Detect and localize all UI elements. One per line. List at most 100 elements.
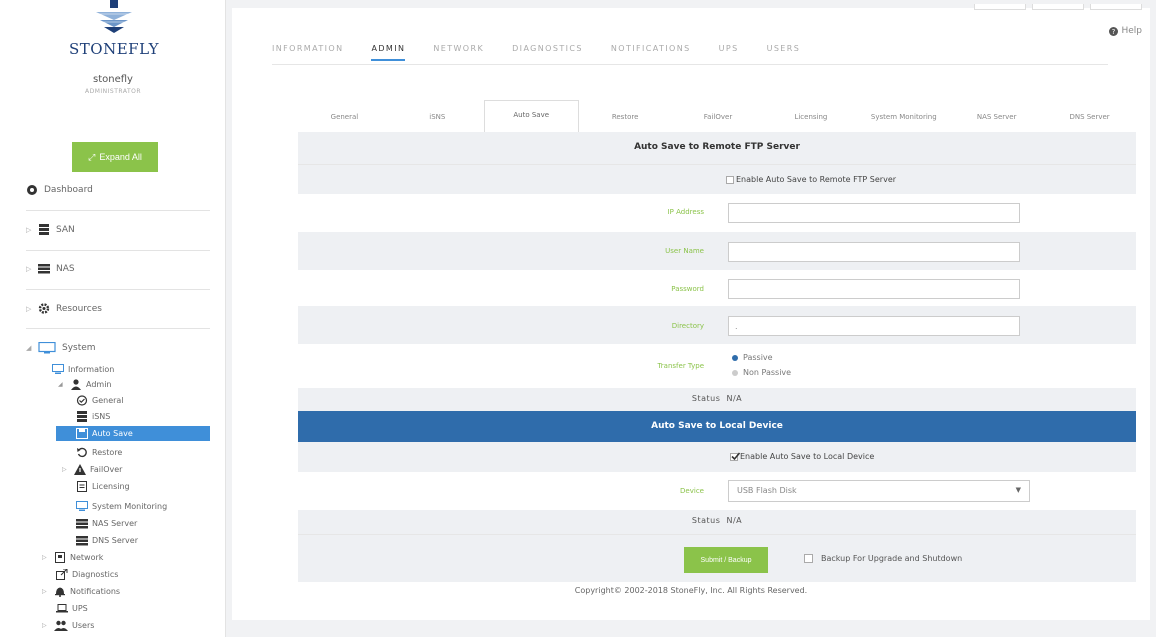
nav-nas[interactable]: ▷ NAS xyxy=(26,263,75,274)
radio-label: Non Passive xyxy=(743,368,792,377)
local-enable-checkbox[interactable]: Enable Auto Save to Local Device xyxy=(730,451,874,461)
status-label: Status xyxy=(691,516,721,525)
checkbox-box[interactable] xyxy=(730,451,740,461)
tree-item-label: System Monitoring xyxy=(92,501,168,511)
user-role: ADMINISTRATOR xyxy=(84,88,142,95)
local-status: Status N/A xyxy=(298,516,1136,525)
tree-item-auto-save[interactable]: Auto Save xyxy=(56,426,210,441)
expand-icon: ⤢ xyxy=(88,151,96,162)
transfer-type-row: Transfer Type Passive Non Passive xyxy=(298,344,1136,388)
status-value: N/A xyxy=(726,516,743,525)
tree-item-ups[interactable]: UPS xyxy=(56,601,88,615)
subtab-dns-server[interactable]: DNS Server xyxy=(1043,104,1136,132)
help-link[interactable]: ? Help xyxy=(1109,26,1142,36)
radio-dot-selected[interactable] xyxy=(732,354,738,361)
tab-diagnostics[interactable]: DIAGNOSTICS xyxy=(512,44,583,61)
tree-item-dns-server[interactable]: DNS Server xyxy=(76,533,138,547)
tree-item-restore[interactable]: Restore xyxy=(76,445,122,459)
submit-backup-button[interactable]: Submit / Backup xyxy=(684,547,768,573)
tab-notifications[interactable]: NOTIFICATIONS xyxy=(611,44,691,61)
top-button[interactable] xyxy=(974,4,1026,10)
expand-arrow-icon: ▷ xyxy=(42,587,47,595)
password-input[interactable] xyxy=(728,279,1020,299)
tree-item-admin[interactable]: ◢ Admin xyxy=(58,377,112,391)
nav-dashboard[interactable]: Dashboard xyxy=(26,184,93,195)
collapse-arrow-icon: ◢ xyxy=(26,343,32,352)
user-icon xyxy=(70,378,82,390)
tab-admin[interactable]: ADMIN xyxy=(371,44,406,61)
subtab-failover[interactable]: FailOver xyxy=(672,104,765,132)
transfer-non-passive-radio[interactable]: Non Passive xyxy=(732,368,791,377)
directory-input[interactable] xyxy=(728,316,1020,336)
ftp-enable-label: Enable Auto Save to Remote FTP Server xyxy=(736,175,897,184)
local-section-title: Auto Save to Local Device xyxy=(651,421,783,431)
sidebar: STONEFLY stonefly ADMINISTRATOR ⤢ Expand… xyxy=(0,0,226,637)
tree-item-label: Licensing xyxy=(92,481,130,491)
tree-item-label: General xyxy=(92,395,124,405)
tree-item-isns[interactable]: iSNS xyxy=(76,409,110,423)
subtab-nas-server[interactable]: NAS Server xyxy=(950,104,1043,132)
tab-ups[interactable]: UPS xyxy=(719,44,739,61)
device-label: Device xyxy=(680,487,704,495)
tree-item-users[interactable]: ▷ Users xyxy=(42,618,94,632)
top-button-group xyxy=(974,4,1142,10)
tree-item-label: Network xyxy=(70,552,104,562)
tree-item-general[interactable]: General xyxy=(76,393,124,407)
user-name-input[interactable] xyxy=(728,242,1020,262)
expand-arrow-icon: ▷ xyxy=(26,225,32,234)
expand-all-button[interactable]: ⤢ Expand All xyxy=(72,142,158,172)
tree-item-diagnostics[interactable]: Diagnostics xyxy=(56,567,118,581)
bell-icon xyxy=(54,586,66,597)
top-button[interactable] xyxy=(1032,4,1084,10)
tree-item-label: DNS Server xyxy=(92,535,138,545)
help-label: Help xyxy=(1121,26,1142,36)
nav-system-label: System xyxy=(62,342,96,353)
tree-item-label: Diagnostics xyxy=(72,569,119,579)
tree-item-information[interactable]: Information xyxy=(52,362,114,376)
subtab-auto-save[interactable]: Auto Save xyxy=(483,100,579,132)
tree-item-licensing[interactable]: Licensing xyxy=(76,479,130,493)
monitor-icon xyxy=(38,342,56,354)
checkbox-box[interactable] xyxy=(726,175,734,184)
subtab-isns[interactable]: iSNS xyxy=(391,104,484,132)
tree-item-network[interactable]: ▷ Network xyxy=(42,550,103,564)
device-select[interactable]: USB Flash Disk ▼ xyxy=(728,480,1030,502)
subtab-licensing[interactable]: Licensing xyxy=(764,104,857,132)
divider xyxy=(26,250,210,251)
top-button[interactable] xyxy=(1090,4,1142,10)
subtab-system-monitoring[interactable]: System Monitoring xyxy=(857,104,950,132)
nav-resources[interactable]: ▷ Resources xyxy=(26,303,102,314)
svg-text:?: ? xyxy=(1112,28,1116,36)
tree-item-notifications[interactable]: ▷ Notifications xyxy=(42,584,120,598)
transfer-passive-radio[interactable]: Passive xyxy=(732,353,773,362)
server-icon xyxy=(76,518,88,529)
tree-item-label: Notifications xyxy=(70,586,121,596)
user-label: User Name xyxy=(665,247,704,255)
collapse-arrow-icon: ◢ xyxy=(58,380,63,388)
ftp-enable-checkbox[interactable]: Enable Auto Save to Remote FTP Server xyxy=(726,175,896,184)
ip-address-input[interactable] xyxy=(728,203,1020,223)
directory-row: Directory xyxy=(298,306,1136,344)
ftp-status: Status N/A xyxy=(298,394,1136,403)
backup-upgrade-checkbox[interactable]: Backup For Upgrade and Shutdown xyxy=(804,554,962,563)
radio-label: Passive xyxy=(743,353,773,362)
nav-san[interactable]: ▷ SAN xyxy=(26,224,75,235)
main-content: ? Help INFORMATION ADMIN NETWORK DIAGNOSTIC… xyxy=(232,4,1150,620)
tree-item-nas-server[interactable]: NAS Server xyxy=(76,516,137,530)
document-icon xyxy=(76,480,88,492)
tab-information[interactable]: INFORMATION xyxy=(272,44,343,61)
tree-item-system-monitoring[interactable]: System Monitoring xyxy=(76,499,167,513)
subtab-general[interactable]: General xyxy=(298,104,391,132)
monitor-icon xyxy=(76,500,88,512)
subtab-restore[interactable]: Restore xyxy=(579,104,672,132)
tree-item-failover[interactable]: ▷ FailOver xyxy=(62,462,122,476)
database-icon xyxy=(76,410,88,422)
help-icon: ? xyxy=(1109,26,1119,36)
laptop-icon xyxy=(56,603,68,614)
nav-system[interactable]: ◢ System xyxy=(26,342,96,354)
tab-users[interactable]: USERS xyxy=(767,44,801,61)
checkbox-box[interactable] xyxy=(804,554,813,563)
tab-network[interactable]: NETWORK xyxy=(433,44,484,61)
logo: STONEFLY xyxy=(64,0,164,64)
radio-dot[interactable] xyxy=(732,369,738,376)
